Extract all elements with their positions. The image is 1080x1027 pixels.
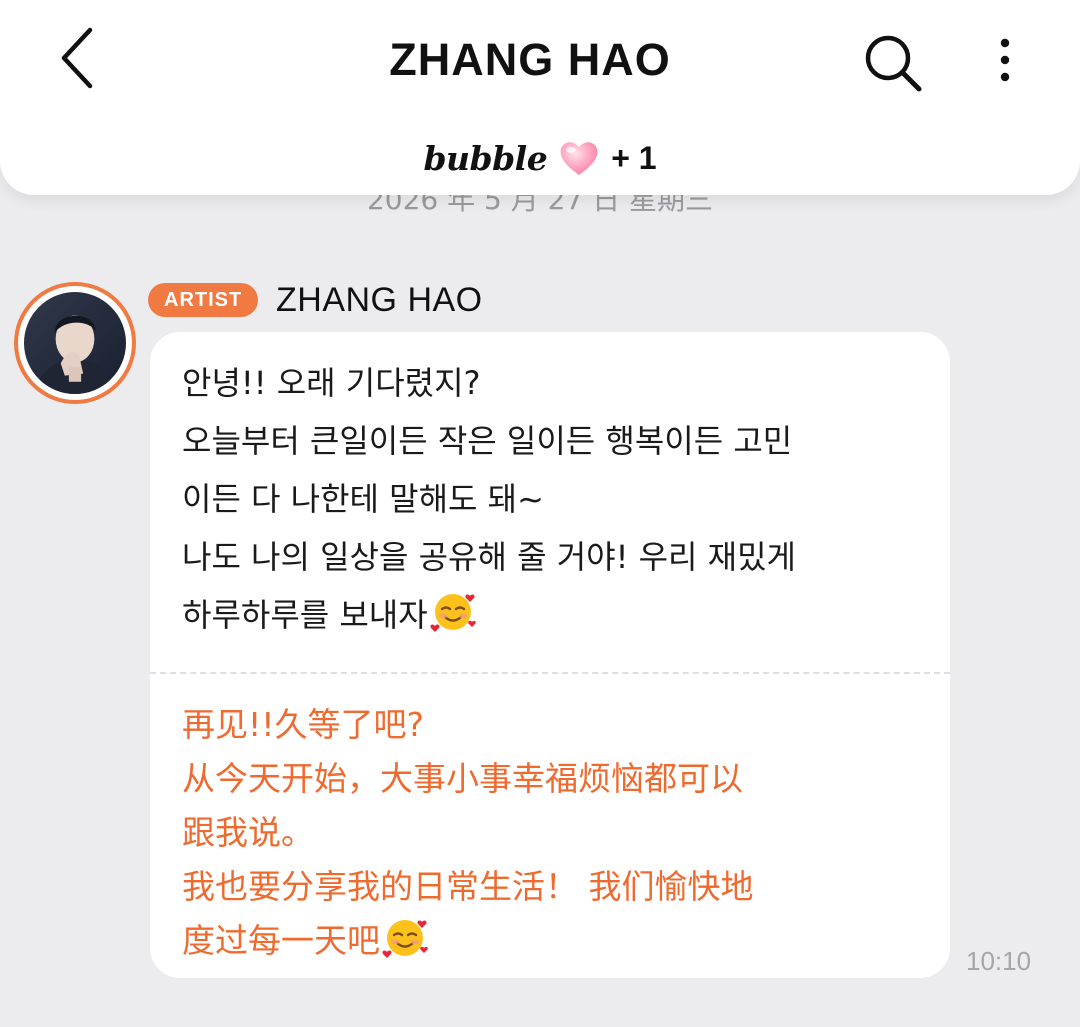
sender-name: ZHANG HAO <box>276 281 483 319</box>
message-line: 오늘부터 큰일이든 작은 일이든 행복이든 고민 <box>182 422 793 460</box>
message-line: 나도 나의 일상을 공유해 줄 거야! 우리 재밌게 <box>182 538 796 576</box>
message-text-korean: 안녕!! 오래 기다렸지? 오늘부터 큰일이든 작은 일이든 행복이든 고민 이… <box>182 354 930 644</box>
more-options-button[interactable] <box>980 30 1030 90</box>
message-line-text: 하루하루를 보내자 <box>182 596 428 634</box>
top-header: ZHANG HAO bubble + 1 <box>0 0 1080 195</box>
bubble-count: + 1 <box>611 139 657 176</box>
pink-heart-icon <box>557 138 601 178</box>
chevron-left-icon <box>61 27 93 89</box>
message-bubble[interactable]: 안녕!! 오래 기다렸지? 오늘부터 큰일이든 작은 일이든 행복이든 고민 이… <box>150 332 950 978</box>
bubble-subscription-row[interactable]: bubble + 1 <box>0 132 1080 184</box>
bubble-logo: bubble <box>423 138 548 178</box>
search-button[interactable] <box>858 28 928 98</box>
message-line-last: 하루하루를 보내자 <box>182 586 930 644</box>
translation-line-last: 度过每一天吧 <box>182 914 930 968</box>
message-timestamp: 10:10 <box>966 946 1032 976</box>
message-line: 안녕!! 오래 기다렸지? <box>182 364 481 402</box>
avatar[interactable] <box>14 282 136 404</box>
more-vertical-icon <box>1000 38 1010 82</box>
message-line: 이든 다 나한테 말해도 돼~ <box>182 480 544 518</box>
translation-line: 跟我说。 <box>182 813 314 852</box>
message-text-translation: 再见!!久等了吧? 从今天开始，大事小事幸福烦恼都可以 跟我说。 我也要分享我的… <box>182 698 930 968</box>
translation-line: 再见!!久等了吧? <box>182 705 424 744</box>
artist-badge: ARTIST <box>148 283 259 317</box>
search-icon <box>865 35 922 92</box>
smiling-face-with-hearts-emoji <box>382 914 428 960</box>
translation-line: 我也要分享我的日常生活！ 我们愉快地 <box>182 867 754 906</box>
translation-line-text: 度过每一天吧 <box>182 921 380 960</box>
back-button[interactable] <box>46 22 110 94</box>
translation-divider <box>150 672 950 674</box>
smiling-face-with-hearts-emoji <box>430 588 476 634</box>
translation-line: 从今天开始，大事小事幸福烦恼都可以 <box>182 759 743 798</box>
page-title: ZHANG HAO <box>389 34 671 85</box>
